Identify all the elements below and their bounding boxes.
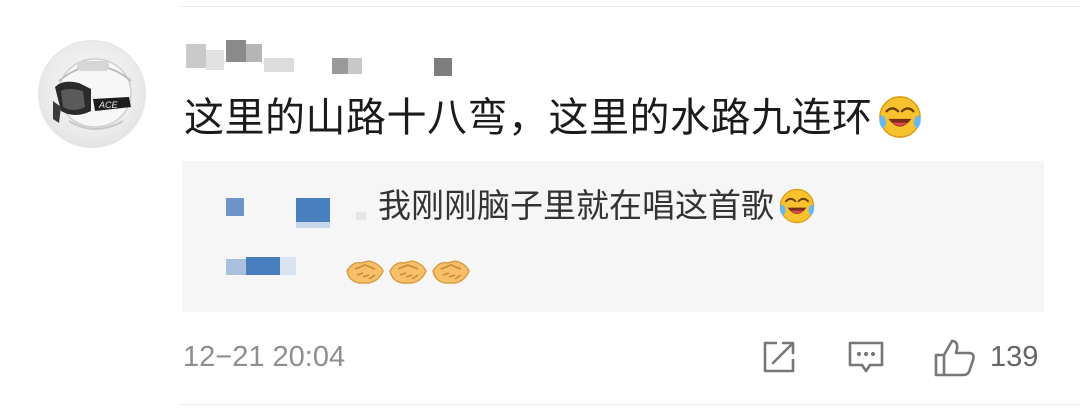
top-divider <box>180 6 1080 7</box>
laughing-crying-face-icon <box>779 188 815 223</box>
handshake-icon <box>346 260 384 284</box>
like-icon <box>934 339 975 377</box>
laughing-crying-face-icon <box>878 96 921 138</box>
handshake-icon <box>389 260 427 284</box>
like-button[interactable] <box>932 337 978 379</box>
reply-author-blurred[interactable] <box>226 198 244 216</box>
reply-row <box>182 251 1044 291</box>
avatar[interactable]: ACE <box>38 40 146 148</box>
reply-text: 我刚刚脑子里就在唱这首歌 <box>378 186 774 225</box>
timestamp: 12−21 20:04 <box>183 341 346 373</box>
handshake-icon <box>432 260 470 284</box>
comment-body: 这里的山路十八弯，这里的水路九连环 <box>184 93 923 143</box>
bottom-divider <box>180 404 1080 405</box>
comment-button[interactable] <box>846 337 886 379</box>
reply-row: 我刚刚脑子里就在唱这首歌 <box>182 186 1044 228</box>
comment-icon <box>848 341 884 373</box>
like-count: 139 <box>990 341 1039 373</box>
comment-text: 这里的山路十八弯，这里的水路九连环 <box>184 95 873 141</box>
svg-text:ACE: ACE <box>98 100 119 110</box>
share-button[interactable] <box>759 337 799 379</box>
reply-box[interactable]: 我刚刚脑子里就在唱这首歌 <box>182 161 1044 312</box>
reply-text-line: 我刚刚脑子里就在唱这首歌 <box>378 186 816 227</box>
handshake-emoji-group <box>345 253 474 289</box>
username-blurred[interactable] <box>186 36 466 80</box>
reply-author-blurred[interactable] <box>226 259 246 275</box>
share-icon <box>763 341 795 373</box>
helmet-avatar-image: ACE <box>53 58 132 130</box>
